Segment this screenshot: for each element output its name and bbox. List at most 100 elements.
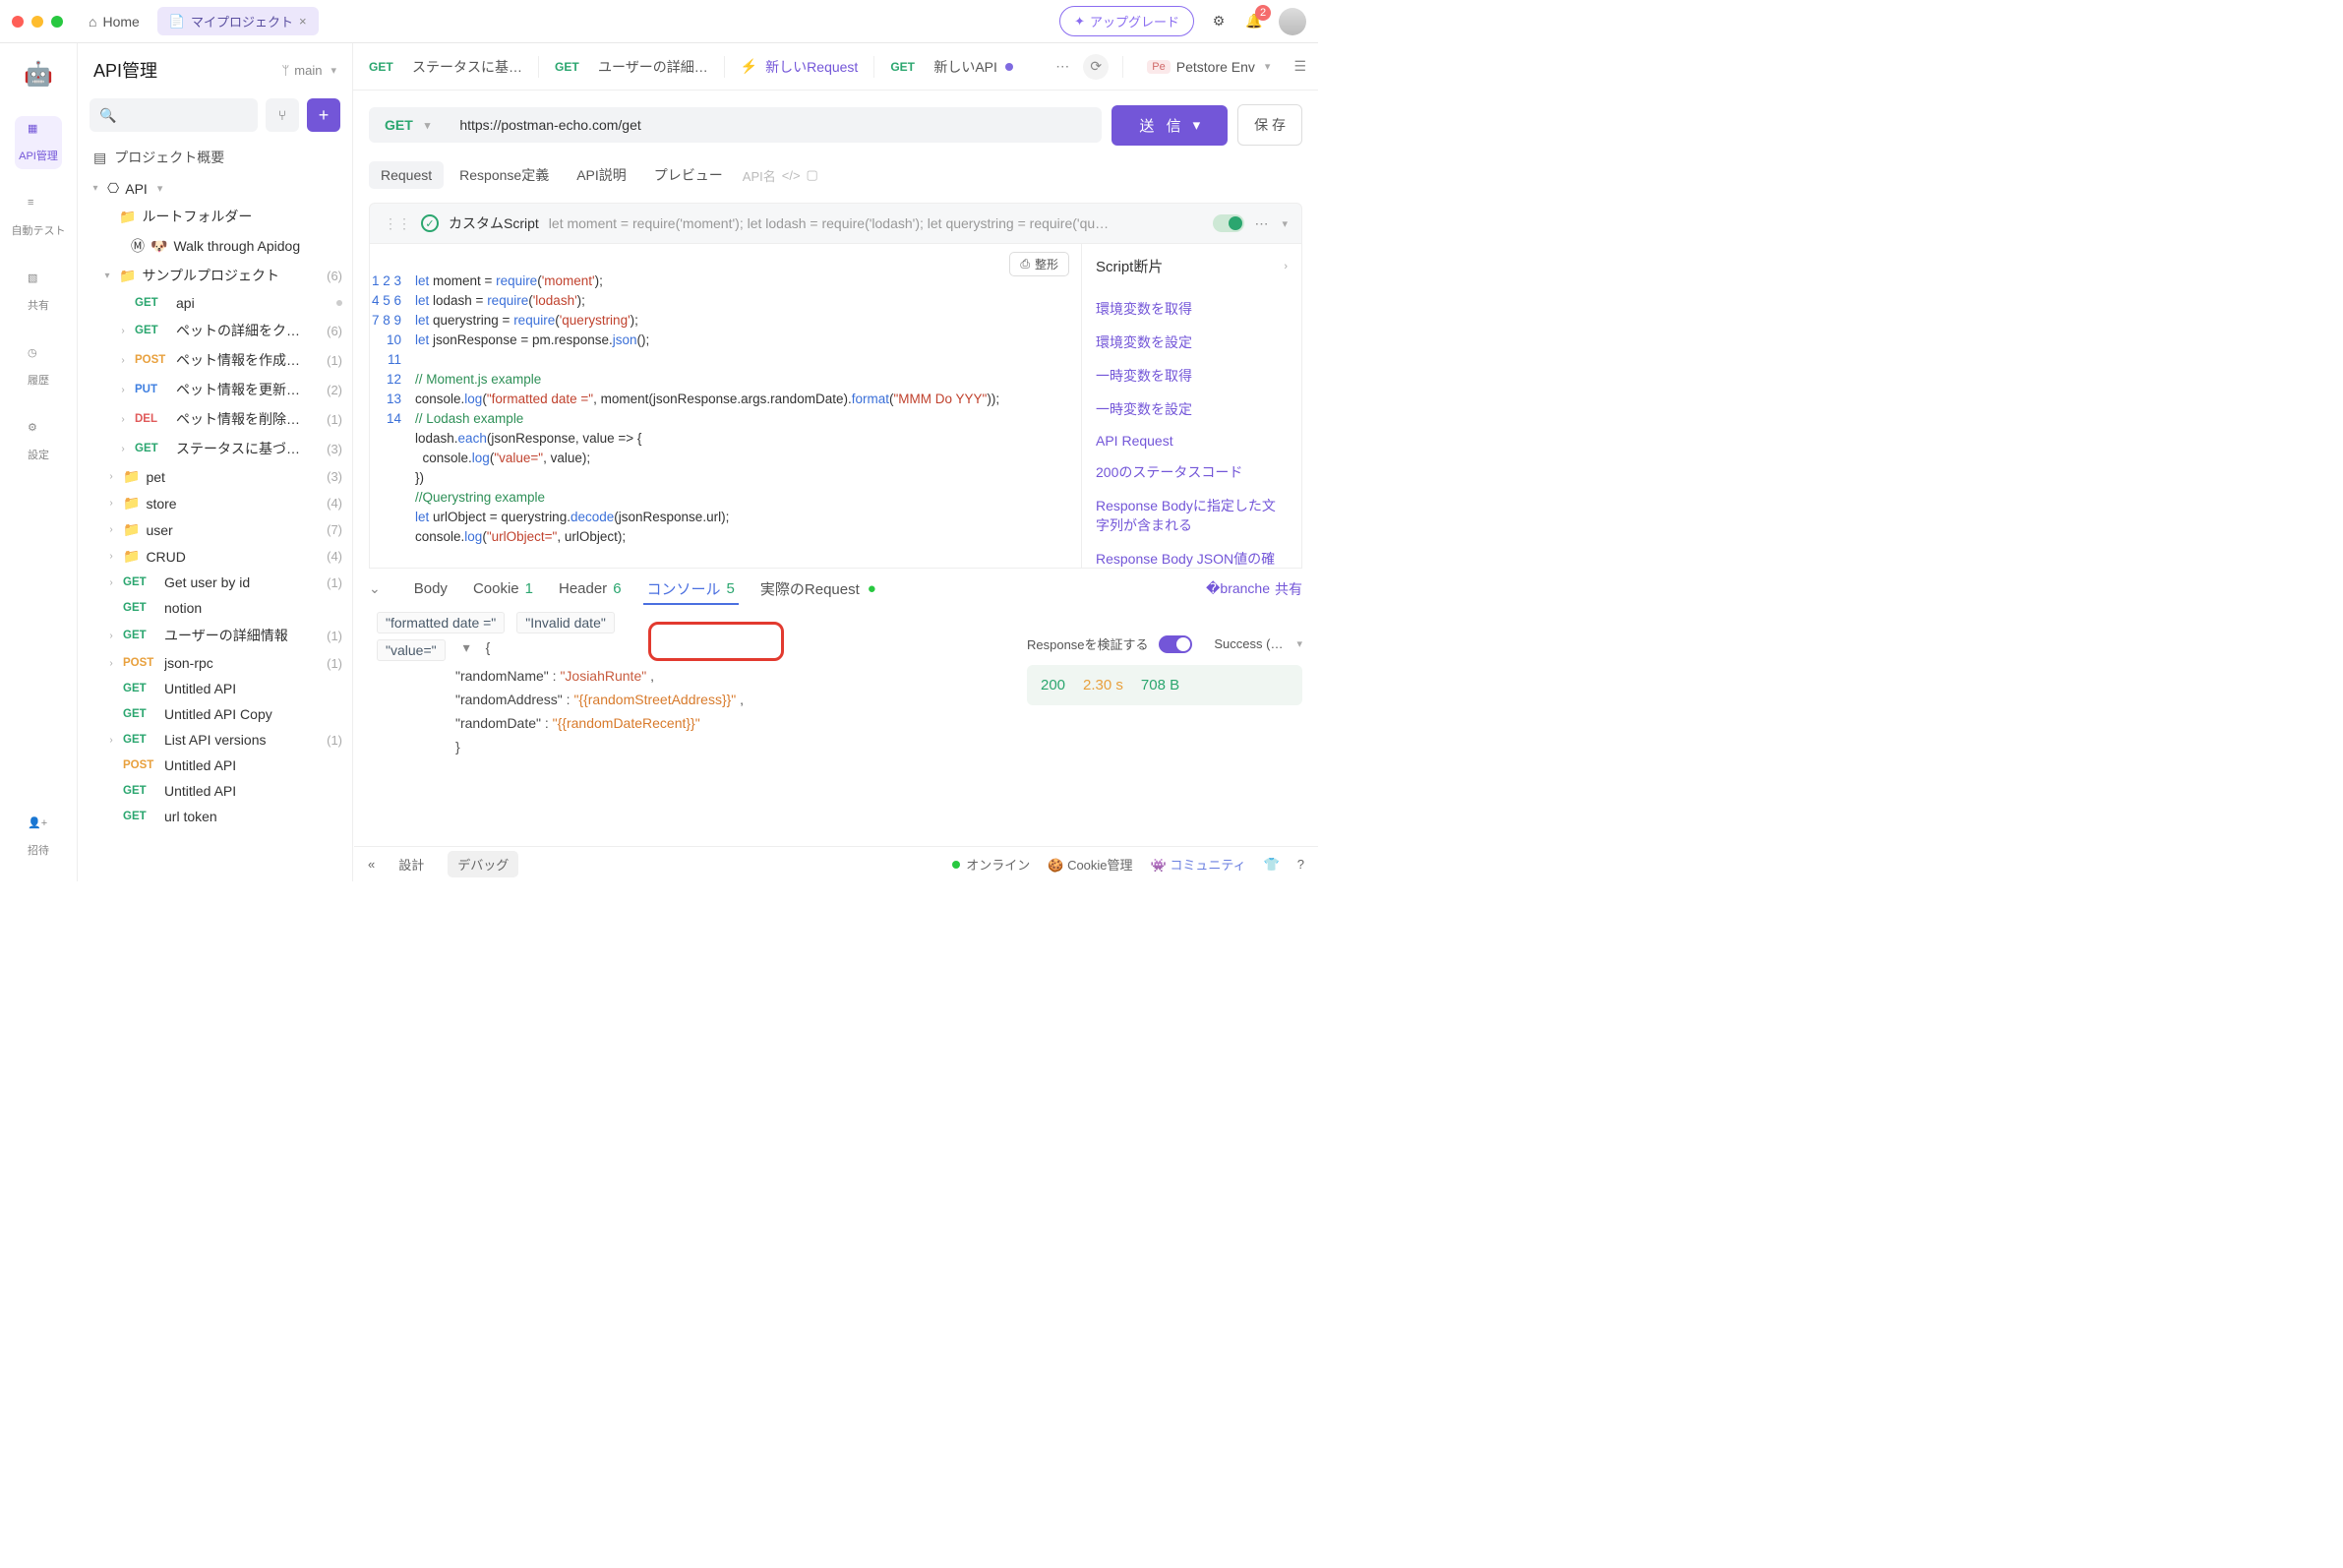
tree-item[interactable]: GETUntitled API — [78, 676, 352, 701]
more-icon[interactable]: ⋯ — [1254, 215, 1268, 232]
community-link[interactable]: 👾 コミュニティ — [1151, 855, 1246, 874]
tree-item[interactable]: ›📁 store (4) — [78, 490, 352, 516]
notifications-icon[interactable]: 🔔 2 — [1243, 11, 1265, 32]
tree-item[interactable]: ›DELペット情報を削除…(1) — [78, 404, 352, 434]
script-check-icon: ✓ — [421, 214, 439, 232]
response-tab-cookie[interactable]: Cookie 1 — [473, 580, 533, 597]
tree-item[interactable]: GETnotion — [78, 595, 352, 621]
rail-autotest[interactable]: ≡自動テスト — [8, 191, 70, 244]
app-logo: 🤖 — [18, 53, 59, 94]
response-tab-actual[interactable]: 実際のRequest● — [760, 578, 876, 599]
method-select[interactable]: GET▾ — [369, 107, 446, 143]
script-toggle[interactable] — [1213, 214, 1244, 232]
tree-item[interactable]: ›📁 user (7) — [78, 516, 352, 543]
refresh-icon[interactable]: ⟳ — [1083, 54, 1109, 80]
tree-item[interactable]: ›📁 CRUD (4) — [78, 543, 352, 570]
response-tab-console[interactable]: コンソール 5 — [647, 578, 735, 599]
upgrade-button[interactable]: ✦ アップグレード — [1059, 6, 1194, 36]
chevron-right-icon[interactable]: › — [1284, 261, 1288, 272]
subtab-response-def[interactable]: Response定義 — [448, 159, 561, 191]
expand-sidebar-icon[interactable]: « — [368, 857, 375, 872]
filter-button[interactable]: ⑂ — [266, 98, 299, 132]
add-button[interactable]: + — [307, 98, 340, 132]
project-overview[interactable]: ▤プロジェクト概要 — [78, 140, 352, 175]
settings-icon[interactable]: ⚙ — [1208, 11, 1230, 32]
subtab-request[interactable]: Request — [369, 161, 444, 189]
rail-history[interactable]: ◷履歴 — [24, 340, 53, 393]
rail-api[interactable]: ▦API管理 — [15, 116, 62, 169]
tree-item[interactable]: GETapi — [78, 290, 352, 316]
tree-item[interactable]: ›GETList API versions(1) — [78, 727, 352, 753]
environment-select[interactable]: PePetstore Env▾ — [1137, 55, 1280, 79]
save-button[interactable]: 保 存 — [1237, 104, 1302, 146]
tree-item[interactable]: ›📁 pet (3) — [78, 463, 352, 490]
user-avatar[interactable] — [1279, 8, 1306, 35]
feedback-icon[interactable]: 👕 — [1264, 857, 1280, 873]
expand-icon[interactable]: ▾ — [463, 639, 470, 656]
drag-handle-icon[interactable]: ⋮⋮ — [384, 215, 411, 232]
rail-invite[interactable]: 👤+招待 — [24, 811, 53, 864]
close-tab-icon[interactable]: × — [299, 14, 307, 29]
request-tab[interactable]: GETステータスに基… — [353, 43, 538, 90]
tree-item[interactable]: ›POSTjson-rpc(1) — [78, 650, 352, 676]
subtab-preview[interactable]: プレビュー — [642, 159, 735, 191]
rail-share[interactable]: ▧共有 — [24, 266, 53, 319]
tree-item[interactable]: ›PUTペット情報を更新…(2) — [78, 375, 352, 404]
send-button[interactable]: 送 信▾ — [1111, 105, 1228, 146]
tree-item[interactable]: ›POSTペット情報を作成…(1) — [78, 345, 352, 375]
minimize-window[interactable] — [31, 16, 43, 28]
success-schema[interactable]: Success (… — [1214, 636, 1283, 651]
collapse-icon[interactable]: ▾ — [1282, 217, 1288, 230]
request-tab[interactable]: GET新しいAPI — [874, 43, 1029, 90]
snippet-link[interactable]: API Request — [1096, 426, 1288, 455]
cookie-manager[interactable]: 🍪 Cookie管理 — [1048, 855, 1132, 874]
tree-item[interactable]: ›GETユーザーの詳細情報(1) — [78, 621, 352, 650]
subtab-api-desc[interactable]: API説明 — [565, 159, 638, 191]
snippet-link[interactable]: 環境変数を取得 — [1096, 292, 1288, 326]
response-tab-header[interactable]: Header 6 — [559, 580, 622, 597]
request-tab[interactable]: ⚡新しいRequest — [725, 43, 874, 90]
tree-item[interactable]: ▾📁 サンプルプロジェクト (6) — [78, 261, 352, 290]
format-button[interactable]: ⎙ 整形 — [1009, 252, 1069, 276]
tree-item[interactable]: GETUntitled API Copy — [78, 701, 352, 727]
rail-settings[interactable]: ⚙設定 — [24, 415, 53, 468]
verify-toggle[interactable] — [1159, 635, 1192, 653]
maximize-window[interactable] — [51, 16, 63, 28]
project-tab-label: マイプロジェクト — [191, 12, 293, 30]
tree-item[interactable]: ›GETステータスに基づ…(3) — [78, 434, 352, 463]
search-input[interactable]: 🔍 — [90, 98, 258, 132]
share-response[interactable]: �branche 共有 — [1206, 579, 1302, 599]
branch-selector[interactable]: ᛘ main▾ — [281, 63, 336, 78]
tree-item[interactable]: GETUntitled API — [78, 778, 352, 804]
snippet-link[interactable]: 一時変数を取得 — [1096, 359, 1288, 392]
api-name-field[interactable]: API名 </> ▢ — [743, 166, 818, 185]
snippet-link[interactable]: Response Body JSON値の確認 — [1096, 542, 1288, 568]
url-input[interactable]: https://postman-echo.com/get — [446, 107, 1102, 143]
response-tab-body[interactable]: Body — [414, 580, 448, 597]
snippet-link[interactable]: 環境変数を設定 — [1096, 326, 1288, 359]
tree-item[interactable]: ›GETGet user by id(1) — [78, 570, 352, 595]
request-tab[interactable]: GETユーザーの詳細… — [539, 43, 724, 90]
close-window[interactable] — [12, 16, 24, 28]
tree-item[interactable]: GETurl token — [78, 804, 352, 829]
collapse-response-icon[interactable]: ⌄ — [369, 580, 381, 597]
doc-icon: 📄 — [169, 14, 185, 30]
snippet-link[interactable]: 200のステータスコード — [1096, 455, 1288, 489]
footer-design[interactable]: 設計 — [389, 851, 434, 877]
tree-item[interactable]: Ⓜ 🐶 Walk through Apidog — [78, 231, 352, 261]
tree-item[interactable]: ›GETペットの詳細をク…(6) — [78, 316, 352, 345]
tree-item[interactable]: POSTUntitled API — [78, 753, 352, 778]
line-numbers: 1 2 3 4 5 6 7 8 9 10 11 12 13 14 — [370, 244, 409, 568]
more-tabs-icon[interactable]: ⋯ — [1055, 58, 1069, 75]
upgrade-label: アップグレード — [1090, 12, 1179, 30]
menu-icon[interactable]: ☰ — [1293, 58, 1306, 75]
snippet-link[interactable]: Response Bodyに指定した文字列が含まれる — [1096, 489, 1288, 542]
footer-debug[interactable]: デバッグ — [448, 851, 518, 877]
help-icon[interactable]: ? — [1297, 857, 1304, 872]
code-editor[interactable]: let moment = require('moment'); let loda… — [409, 244, 1081, 568]
home-button[interactable]: ⌂ Home — [79, 10, 150, 33]
project-tab[interactable]: 📄 マイプロジェクト × — [157, 7, 319, 35]
snippet-link[interactable]: 一時変数を設定 — [1096, 392, 1288, 426]
tree-item[interactable]: 📁 ルートフォルダー — [78, 202, 352, 231]
tree-item[interactable]: ▾⎔ API ▾ — [78, 175, 352, 202]
